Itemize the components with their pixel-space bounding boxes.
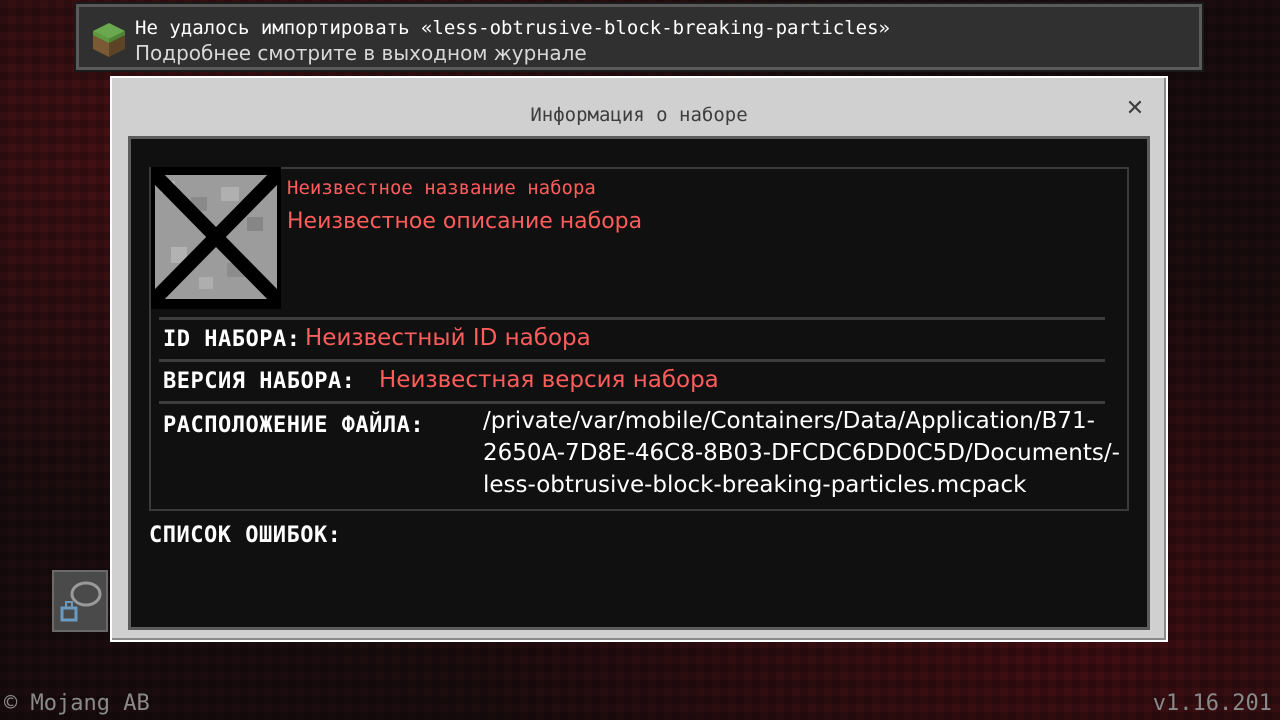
divider [159,359,1105,362]
import-error-toast: Не удалось импортировать «less-obtrusive… [74,2,1204,72]
toast-subtitle: Подробнее смотрите в выходном журнале [135,41,587,65]
close-icon[interactable]: ✕ [1122,96,1148,122]
pack-version-label: Версия набора: [163,369,356,394]
divider [159,401,1105,404]
file-location-label: Расположение файла: [163,413,425,438]
pack-version-value: Неизвестная версия набора [379,367,719,393]
pack-id-value: Неизвестный ID набора [305,325,591,351]
copyright-text: © Mojang AB [4,691,150,716]
pack-id-label: ID набора: [163,327,301,352]
dialog-title: Информация о наборе [530,104,748,126]
divider [159,317,1105,320]
version-text: v1.16.201 [1152,691,1272,716]
grass-block-icon [93,23,125,57]
pack-name: Неизвестное название набора [287,177,596,199]
chat-button[interactable] [52,570,108,632]
unknown-pack-icon [151,167,281,309]
dialog-body: Неизвестное название набора Неизвестное … [128,136,1150,630]
toast-title: Не удалось импортировать «less-obtrusive… [135,17,890,39]
file-location-value: /private/var/mobile/Containers/Data/Appl… [483,408,1120,498]
pack-info-dialog: Информация о наборе ✕ Неизвестное назван… [110,76,1168,642]
errors-list-label: СПИСОК ОШИБОК: [149,523,342,548]
chat-icon [60,581,102,622]
pack-info-box: Неизвестное название набора Неизвестное … [149,167,1129,511]
pack-description: Неизвестное описание набора [287,209,643,234]
